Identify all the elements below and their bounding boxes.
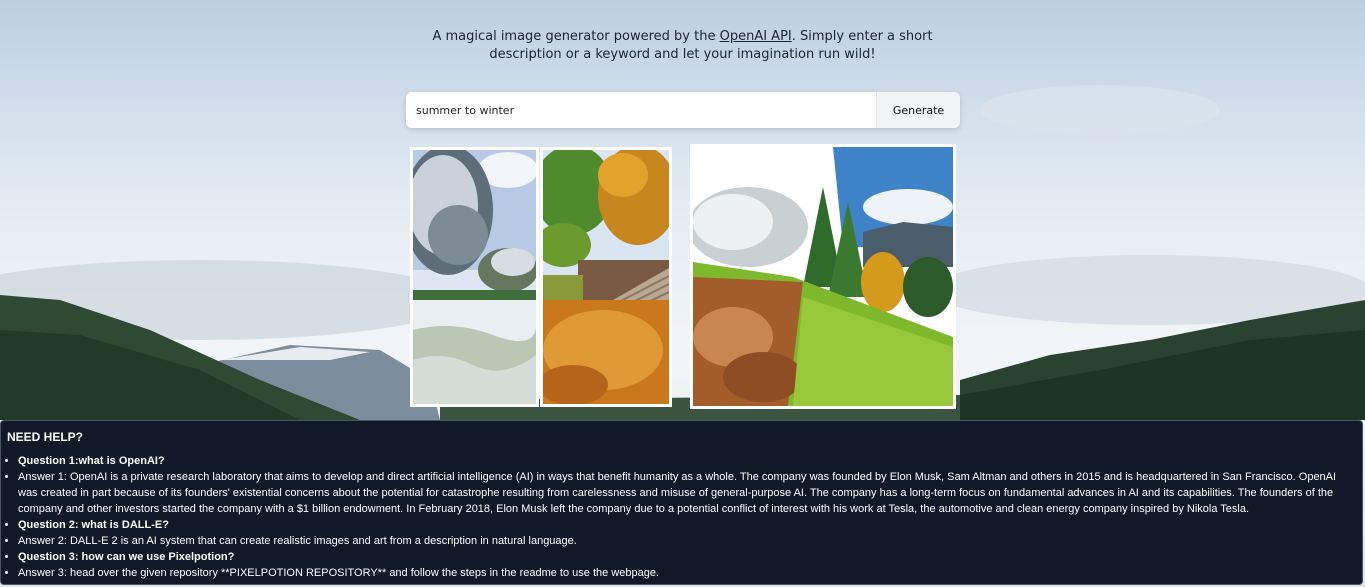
app-tagline: A magical image generator powered by the… (400, 28, 965, 64)
autumn-stairs-leaves-image (543, 150, 669, 404)
faq-answer-1: Answer 1: OpenAI is a private research l… (18, 469, 1356, 517)
faq-answer-2: Answer 2: DALL-E 2 is an AI system that … (18, 533, 1356, 549)
faq-answer-3: Answer 3: head over the given repository… (18, 565, 1356, 581)
generate-button[interactable]: Generate (876, 92, 960, 128)
openai-api-link[interactable]: OpenAI API (720, 29, 792, 44)
generated-image-2[interactable] (540, 147, 672, 407)
faq-question-1: Question 1:what is OpenAI? (18, 453, 1356, 469)
help-title: NEED HELP? (7, 430, 84, 444)
faq-question-2: Question 2: what is DALL-E? (18, 517, 1356, 533)
generated-image-3[interactable] (690, 144, 956, 409)
winter-autumn-summer-hillside-image (693, 147, 953, 406)
snowy-garden-trees-image (413, 150, 536, 404)
tagline-text-start: A magical image generator powered by the (432, 29, 720, 44)
generated-image-1[interactable] (410, 147, 539, 407)
faq-question-3: Question 3: how can we use Pixelpotion? (18, 549, 1356, 565)
prompt-form: Generate (406, 92, 960, 128)
prompt-input[interactable] (406, 92, 876, 128)
help-panel: NEED HELP? Question 1:what is OpenAI? An… (0, 420, 1363, 585)
faq-list: Question 1:what is OpenAI? Answer 1: Ope… (7, 453, 1356, 581)
